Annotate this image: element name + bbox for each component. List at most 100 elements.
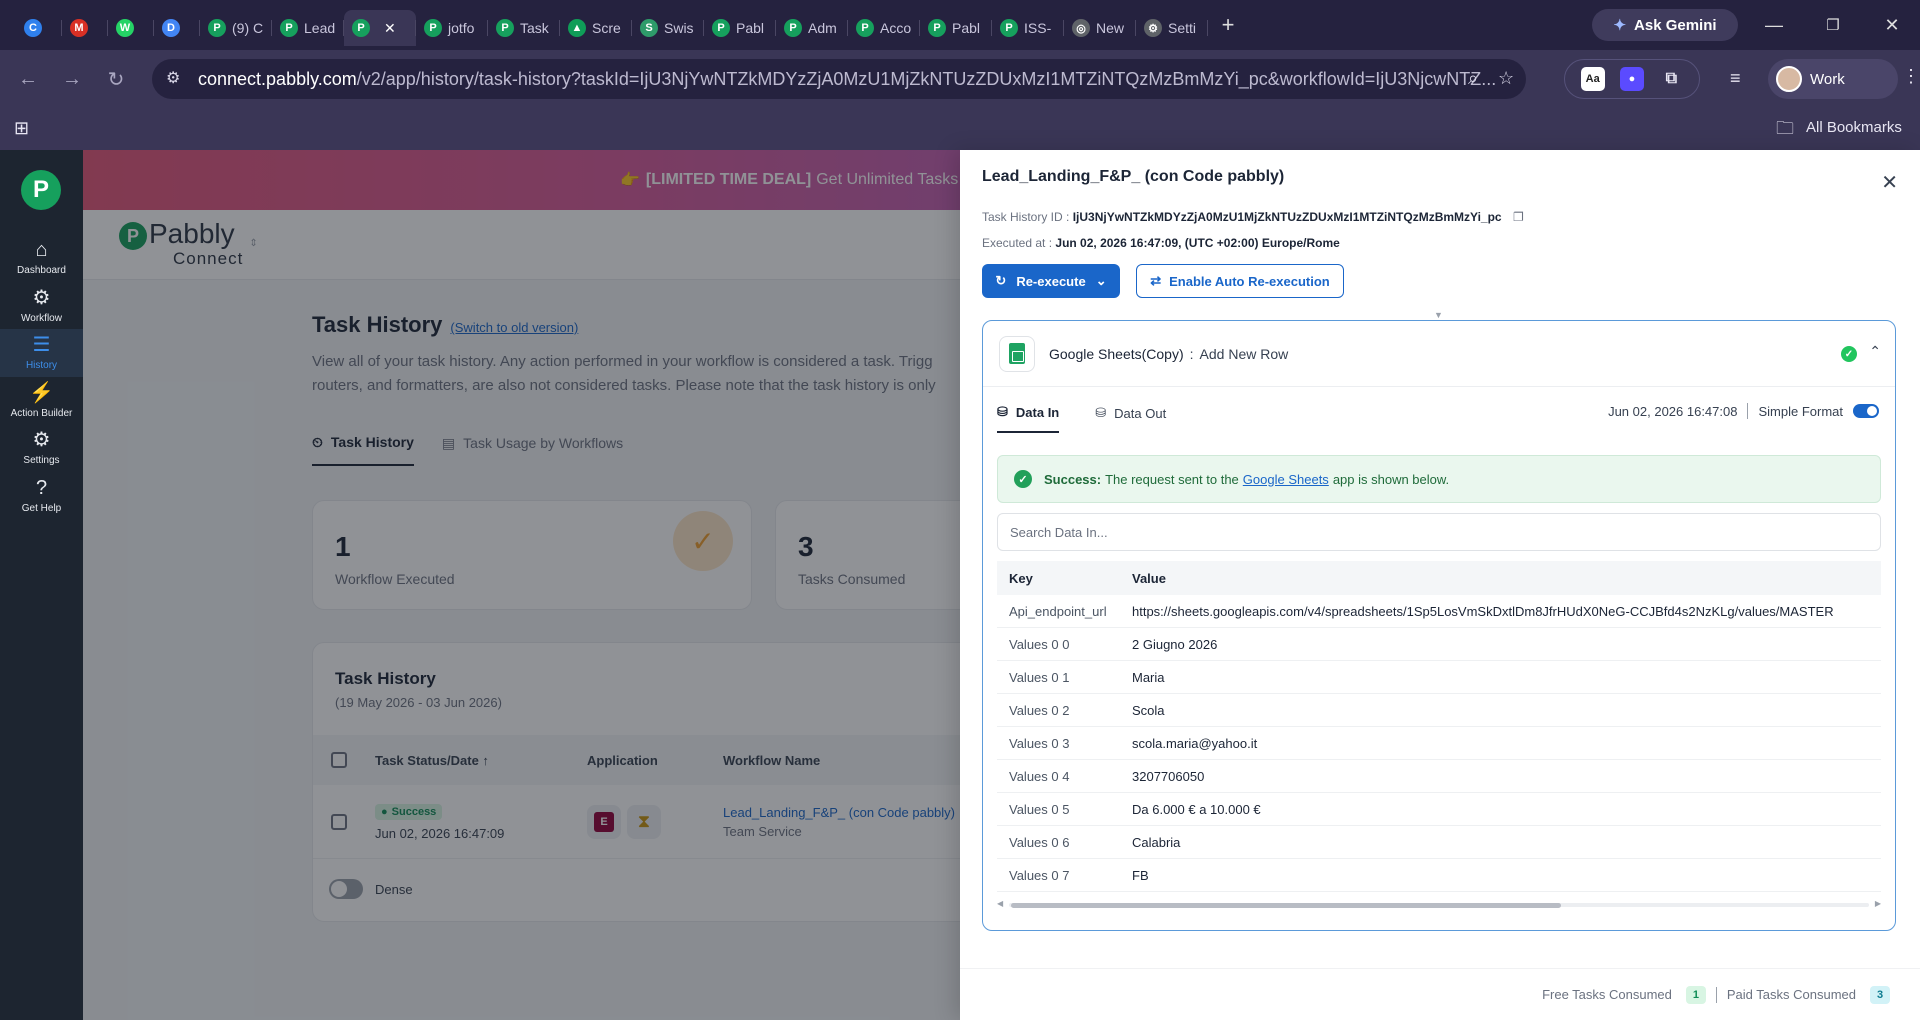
browser-tab[interactable]: D [154, 10, 200, 46]
browser-tab[interactable]: P Pabl [704, 10, 776, 46]
row-key: Values 0 2 [1009, 702, 1070, 718]
sidebar-item-get-help[interactable]: ? Get Help [0, 472, 83, 520]
bookmark-star-icon[interactable]: ☆ [1498, 68, 1514, 89]
scroll-right-arrow-icon[interactable]: ▶ [1875, 899, 1881, 908]
browser-tab[interactable]: P ✕ [344, 10, 416, 46]
new-tab-button[interactable]: + [1208, 0, 1248, 50]
row-value: FB [1132, 867, 1149, 883]
divider [1715, 986, 1717, 1003]
tab-data-out-label: Data Out [1114, 405, 1167, 421]
tab-favicon-icon: ▲ [568, 19, 586, 37]
all-bookmarks-link[interactable]: All Bookmarks [1806, 119, 1902, 136]
minimize-window-button[interactable]: — [1746, 0, 1802, 50]
puzzle-extensions-icon[interactable]: ⧉ [1659, 67, 1683, 91]
google-sheets-icon [999, 335, 1035, 372]
copy-icon[interactable]: ❐ [1513, 210, 1524, 224]
step-header[interactable]: Google Sheets(Copy) : Add New Row ✓ ⌃ [983, 321, 1895, 387]
browser-tab[interactable]: Pjotfo [416, 10, 488, 46]
apps-grid-icon[interactable]: ⊞ [14, 118, 29, 139]
browser-tab[interactable]: ⚙ Setti [1136, 10, 1208, 46]
success-alert: ✓ Success: The request sent to the Googl… [997, 455, 1881, 503]
tab-title: ISS- [1024, 20, 1052, 36]
table-row: Values 0 5 Da 6.000 € a 10.000 € [997, 793, 1881, 826]
sidebar-item-action-builder[interactable]: ⚡ Action Builder [0, 377, 83, 425]
database-in-icon: ⛁ [997, 404, 1008, 419]
row-key: Values 0 6 [1009, 834, 1070, 850]
font-extension-icon[interactable]: Aa [1580, 67, 1605, 91]
executed-value: Jun 02, 2026 16:47:09, (UTC +02:00) Euro… [1055, 236, 1340, 250]
address-bar[interactable]: ⚙ connect.pabbly.com/v2/app/history/task… [152, 59, 1526, 99]
google-sheets-link[interactable]: Google Sheets [1243, 472, 1329, 487]
tab-title: Task [520, 20, 549, 36]
profile-button[interactable]: Work [1768, 59, 1898, 99]
search-data-in-input[interactable] [997, 513, 1881, 551]
alert-title: Success: [1044, 471, 1102, 487]
browser-tab[interactable]: ◎ New [1064, 10, 1136, 46]
forward-button[interactable]: → [50, 57, 94, 101]
tab-favicon-icon: P [712, 19, 730, 37]
step-separator: : [1189, 345, 1194, 362]
browser-tab[interactable]: M [62, 10, 108, 46]
tab-title: jotfo [448, 20, 475, 36]
reload-button[interactable]: ↻ [94, 57, 138, 101]
back-button[interactable]: ← [6, 57, 50, 101]
chevron-down-icon[interactable]: ⌄ [1096, 273, 1107, 289]
sidebar-item-history[interactable]: ☰ History [0, 329, 83, 377]
tab-favicon-icon: P [208, 19, 226, 37]
tab-close-icon[interactable]: ✕ [384, 20, 396, 37]
table-row: Api_endpoint_url https://sheets.googleapi… [997, 595, 1881, 628]
sidebar-item-label: Dashboard [17, 265, 66, 276]
sidebar-item-settings[interactable]: ⚙ Settings [0, 424, 83, 472]
app-sidebar: P ⌂ Dashboard ⚙ Workflow ☰ History ⚡ Action Bui… [0, 150, 83, 1020]
data-table-header: Key Value [997, 561, 1881, 595]
sidebar-item-workflow[interactable]: ⚙ Workflow [0, 282, 83, 330]
sidebar-item-dashboard[interactable]: ⌂ Dashboard [0, 234, 83, 282]
tab-data-in[interactable]: ⛁ Data In [997, 393, 1060, 433]
table-row: Values 0 3 scola.maria@yahoo.it [997, 727, 1881, 760]
browser-tab[interactable]: P Task [488, 10, 560, 46]
table-row: Values 0 0 2 Giugno 2026 [997, 628, 1881, 661]
reading-list-icon[interactable]: ≡ [1730, 68, 1741, 89]
tab-data-out[interactable]: ⛁ Data Out [1095, 393, 1166, 433]
tab-favicon-icon: P [280, 19, 298, 37]
browser-tab[interactable]: P ISS- [992, 10, 1064, 46]
browser-tab[interactable]: C [16, 10, 62, 46]
tab-favicon-icon: P [352, 19, 370, 37]
scroll-thumb[interactable] [1011, 903, 1561, 908]
step-action-name: Add New Row [1199, 345, 1289, 362]
zoom-icon[interactable]: ⌕ [1468, 68, 1478, 89]
drawer-title: Lead_Landing_F&P_ (con Code pabbly) [982, 168, 1285, 185]
browser-menu-icon[interactable]: ⋮ [1902, 66, 1920, 87]
table-row: Values 0 4 3207706050 [997, 760, 1881, 793]
modal-backdrop[interactable] [83, 150, 960, 1020]
alert-text-pre: The request sent to the [1105, 471, 1239, 487]
ask-gemini-button[interactable]: ✦ Ask Gemini [1592, 9, 1738, 41]
browser-tab[interactable]: S Swis [632, 10, 704, 46]
auto-re-execution-button[interactable]: ⇄ Enable Auto Re-execution [1136, 264, 1344, 298]
browser-tab[interactable]: W [108, 10, 154, 46]
simple-format-toggle[interactable] [1853, 404, 1879, 418]
browser-tab[interactable]: ▲ Scre [560, 10, 632, 46]
tab-favicon-icon: P [856, 19, 874, 37]
table-row: Values 0 2 Scola [997, 694, 1881, 727]
browser-tab[interactable]: P Acco [848, 10, 920, 46]
re-execute-button[interactable]: ↻ Re-execute ⌄ [982, 264, 1120, 298]
browser-tab[interactable]: P Lead [272, 10, 344, 46]
close-icon[interactable]: ✕ [1881, 170, 1898, 195]
site-settings-icon[interactable]: ⚙ [166, 68, 180, 88]
ai-extension-icon[interactable]: ● [1619, 67, 1644, 91]
horizontal-scrollbar[interactable]: ◀ ▶ [997, 899, 1881, 911]
browser-tab[interactable]: P Adm [776, 10, 848, 46]
app-logo[interactable]: P [21, 170, 61, 210]
browser-tab[interactable]: P (9) C [200, 10, 272, 46]
browser-tab[interactable]: P Pabl [920, 10, 992, 46]
sidebar-item-label: Workflow [21, 312, 62, 324]
gemini-icon: ✦ [1613, 17, 1627, 34]
help-icon: ? [35, 476, 48, 499]
close-window-button[interactable]: ✕ [1864, 0, 1920, 50]
scroll-left-arrow-icon[interactable]: ◀ [997, 899, 1003, 908]
chevron-up-icon[interactable]: ⌃ [1869, 343, 1881, 360]
free-tasks-label: Free Tasks Consumed [1542, 987, 1672, 1002]
success-check-icon: ✓ [1841, 346, 1857, 362]
restore-window-button[interactable]: ❐ [1805, 0, 1861, 50]
